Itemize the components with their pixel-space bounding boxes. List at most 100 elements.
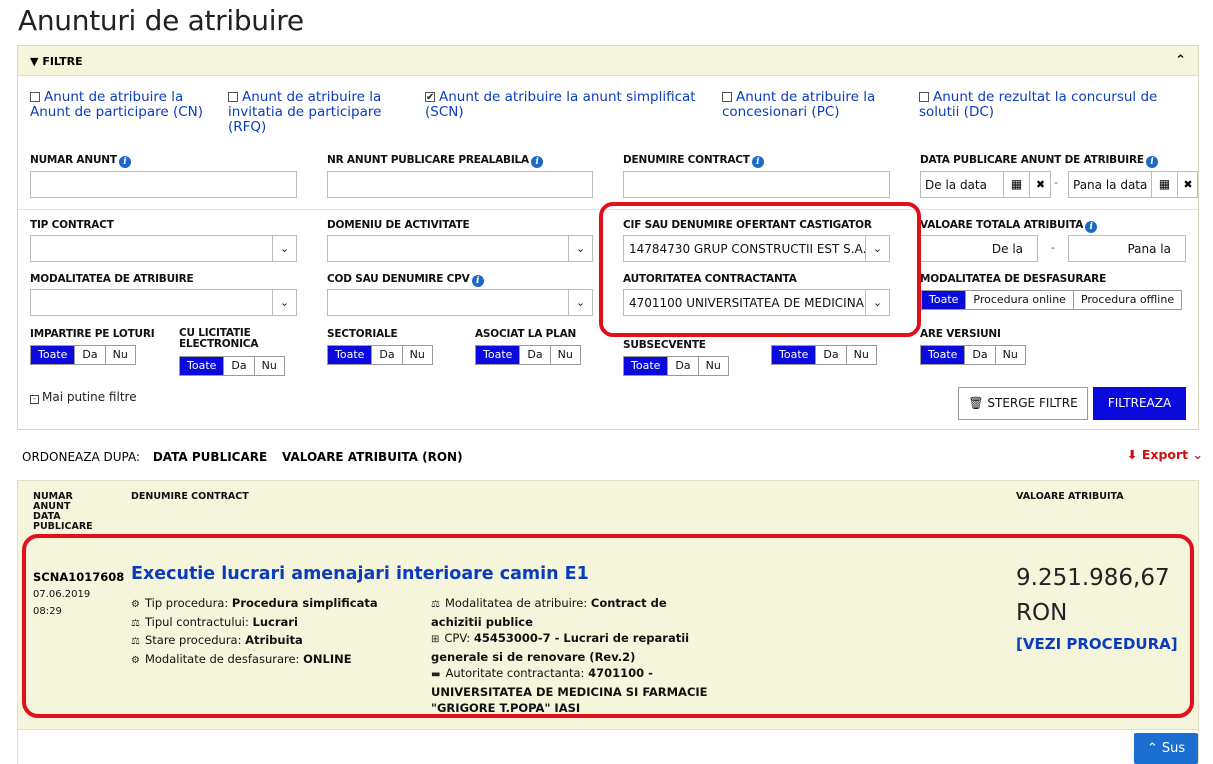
impartire-label: IMPARTIRE PE LOTURI (30, 328, 155, 340)
clear-date-icon[interactable]: ✖ (1029, 172, 1051, 197)
de-la-data-input[interactable]: De la data ▦ ✖ (920, 171, 1051, 198)
checkbox-pc[interactable]: Anunt de atribuire la concesionari (PC) (722, 90, 902, 120)
asociat-label: ASOCIAT LA PLAN (475, 328, 577, 340)
modalitatea-atribuire-select[interactable]: ⌄ (30, 289, 297, 316)
are-versiuni-label: ARE VERSIUNI (920, 328, 1001, 340)
col-header-valoare: VALOARE ATRIBUITA (1016, 491, 1124, 502)
chevron-down-icon[interactable]: ⌄ (568, 236, 592, 261)
download-icon: ⬇ (1127, 447, 1138, 462)
filter-header-label: FILTRE (42, 55, 83, 68)
toggle-online[interactable]: Procedura online (965, 291, 1073, 309)
mai-putine-filtre-link[interactable]: - Mai putine filtre (30, 390, 137, 404)
highlight-box-result (22, 534, 1194, 718)
toggle-toate[interactable]: Toate (328, 346, 372, 364)
toggle-offline[interactable]: Procedura offline (1072, 291, 1182, 309)
toggle-da[interactable]: Da (223, 357, 254, 375)
toggle-da[interactable]: Da (667, 357, 698, 375)
toggle-nu[interactable]: Nu (845, 346, 876, 364)
toggle-nu[interactable]: Nu (994, 346, 1025, 364)
clear-date-icon[interactable]: ✖ (1177, 172, 1198, 197)
toggle-toate[interactable]: Toate (624, 357, 668, 375)
subsecvente-toggle: Toate Da Nu (623, 356, 729, 376)
sus-button[interactable]: ⌃ Sus (1134, 733, 1198, 764)
chevron-down-icon[interactable]: ⌄ (272, 290, 296, 315)
filter-header[interactable]: ▼ FILTRE ⌃ (18, 46, 1198, 76)
toggle-toate[interactable]: Toate (180, 357, 224, 375)
toggle-da[interactable]: Da (371, 346, 402, 364)
chevron-down-icon[interactable]: ⌄ (272, 236, 296, 261)
checkbox-box[interactable] (919, 92, 929, 102)
checkbox-box-checked[interactable] (425, 90, 435, 105)
page-title: Anunturi de atribuire (18, 4, 304, 37)
sort-data-publicare[interactable]: DATA PUBLICARE (153, 450, 267, 464)
value-separator: - (1051, 241, 1055, 254)
licitatie-toggle: Toate Da Nu (179, 356, 285, 376)
checkbox-box[interactable] (722, 92, 732, 102)
toggle-toate[interactable]: Toate (922, 291, 966, 309)
info-icon: i (1085, 221, 1098, 233)
cod-cpv-select[interactable]: ⌄ (327, 289, 593, 316)
denumire-contract-label: DENUMIRE CONTRACT i (623, 154, 764, 168)
sort-row: ORDONEAZA DUPA: DATA PUBLICARE VALOARE A… (22, 450, 463, 464)
info-icon: i (471, 275, 484, 287)
asociat-toggle: Toate Da Nu (475, 345, 581, 365)
cod-cpv-label: COD SAU DENUMIRE CPV i (327, 273, 484, 287)
chevron-down-icon: ⌄ (1192, 447, 1203, 462)
impartire-toggle: Toate Da Nu (30, 345, 136, 365)
toggle-da[interactable]: Da (964, 346, 995, 364)
numar-anunt-input[interactable] (30, 171, 297, 198)
chevron-up-icon[interactable]: ⌃ (1175, 53, 1186, 68)
pana-la-data-input[interactable]: Pana la data ▦ ✖ (1068, 171, 1198, 198)
sort-valoare[interactable]: VALOARE ATRIBUITA (RON) (282, 450, 463, 464)
toggle-nu[interactable]: Nu (697, 357, 728, 375)
chevron-up-icon: ⌃ (1146, 741, 1158, 756)
trash-icon: 🗑 (968, 396, 984, 410)
filter-icon: ▼ (30, 55, 39, 68)
checkbox-box[interactable] (228, 92, 238, 102)
sort-label: ORDONEAZA DUPA: (22, 450, 141, 464)
checkbox-dc[interactable]: Anunt de rezultat la concursul de soluti… (919, 90, 1179, 120)
filtreaza-button[interactable]: FILTREAZA (1093, 387, 1186, 420)
versiuni-toggle: Toate Da Nu (920, 345, 1026, 365)
domeniu-select[interactable]: ⌄ (327, 235, 593, 262)
minus-square-icon: - (30, 395, 39, 404)
chevron-down-icon[interactable]: ⌄ (568, 290, 592, 315)
modalitatea-atribuire-label: MODALITATEA DE ATRIBUIRE (30, 273, 194, 285)
toggle-toate[interactable]: Toate (476, 346, 520, 364)
toggle-nu[interactable]: Nu (253, 357, 284, 375)
nr-anunt-prealabila-input[interactable] (327, 171, 593, 198)
checkbox-cn[interactable]: Anunt de atribuire la Anunt de participa… (30, 90, 210, 120)
date-separator: - (1054, 176, 1058, 189)
toggle-nu[interactable]: Nu (549, 346, 580, 364)
highlight-box-filters (599, 202, 921, 337)
export-button[interactable]: ⬇ Export ⌄ (1127, 447, 1203, 462)
results-footer (17, 730, 1199, 764)
toggle-nu[interactable]: Nu (401, 346, 432, 364)
toggle-toate[interactable]: Toate (772, 346, 816, 364)
toggle-toate[interactable]: Toate (31, 346, 75, 364)
sectoriale-toggle: Toate Da Nu (327, 345, 433, 365)
denumire-contract-input[interactable] (623, 171, 890, 198)
calendar-icon[interactable]: ▦ (1151, 172, 1177, 197)
tip-contract-label: TIP CONTRACT (30, 219, 114, 231)
tip-contract-select[interactable]: ⌄ (30, 235, 297, 262)
checkbox-scn[interactable]: Anunt de atribuire la anunt simplificat … (425, 90, 705, 120)
info-icon: i (1145, 156, 1158, 168)
valoare-totala-label: VALOARE TOTALA ATRIBUITA i (920, 219, 1098, 233)
toggle-da[interactable]: Da (519, 346, 550, 364)
toggle-da[interactable]: Da (74, 346, 105, 364)
data-publicare-label: DATA PUBLICARE ANUNT DE ATRIBUIRE i (920, 154, 1158, 168)
toggle-da[interactable]: Da (815, 346, 846, 364)
toggle-nu[interactable]: Nu (104, 346, 135, 364)
checkbox-rfq[interactable]: Anunt de atribuire la invitatia de parti… (228, 90, 398, 135)
toggle-toate[interactable]: Toate (921, 346, 965, 364)
desfasurare-toggle: Toate Procedura online Procedura offline (921, 290, 1183, 310)
info-icon: i (118, 156, 131, 168)
calendar-icon[interactable]: ▦ (1003, 172, 1029, 197)
valoare-de-la-input[interactable]: De la (920, 235, 1038, 262)
subsecvente-label: SUBSECVENTE (623, 339, 706, 351)
valoare-pana-la-input[interactable]: Pana la (1068, 235, 1186, 262)
info-icon: i (530, 156, 543, 168)
sterge-filtre-button[interactable]: 🗑 STERGE FILTRE (958, 387, 1088, 420)
checkbox-box[interactable] (30, 92, 40, 102)
